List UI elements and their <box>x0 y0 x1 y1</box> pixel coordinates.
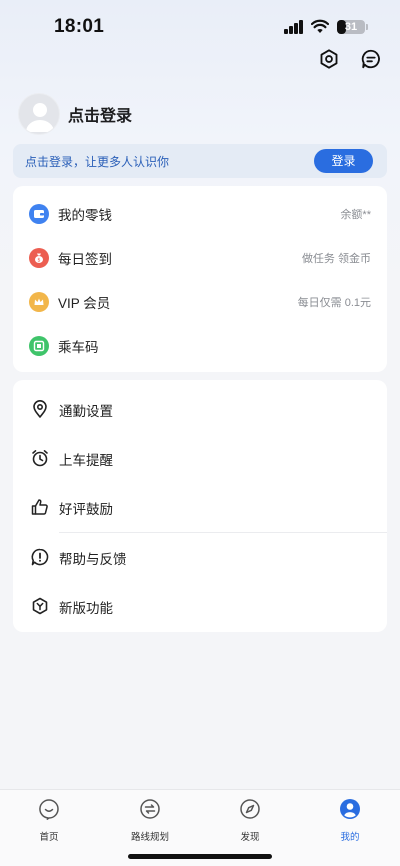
tab-home[interactable]: 首页 <box>19 798 79 843</box>
wallet-card: 我的零钱 余额** $ 每日签到 做任务 领金币 VIP 会员 每日仅需 0.1… <box>13 186 387 372</box>
wallet-balance: 余额** <box>340 209 371 221</box>
tab-home-label: 首页 <box>39 832 59 843</box>
tab-discover[interactable]: 发现 <box>220 798 280 843</box>
thumbs-up-icon <box>31 499 48 515</box>
wallet-label: 我的零钱 <box>58 208 112 223</box>
status-bar: 18:01 31 <box>0 0 400 54</box>
cellular-signal-icon <box>284 20 304 34</box>
ride-code-row[interactable]: 乘车码 <box>13 324 387 368</box>
home-smile-icon <box>39 799 59 821</box>
route-icon <box>140 799 160 819</box>
new-features-icon <box>32 597 48 615</box>
login-title[interactable]: 点击登录 <box>68 102 132 126</box>
avatar-placeholder-icon <box>26 103 54 132</box>
battery-level: 31 <box>344 21 358 33</box>
home-indicator <box>128 854 272 859</box>
coin-bag-icon: $ <box>29 248 49 268</box>
battery-tip <box>366 24 368 30</box>
svg-text:$: $ <box>37 257 40 263</box>
settings-icon[interactable] <box>318 48 340 70</box>
avatar[interactable] <box>18 93 60 135</box>
status-time: 18:01 <box>54 16 105 37</box>
tab-mine-label: 我的 <box>340 832 360 843</box>
tab-mine[interactable]: 我的 <box>320 798 380 843</box>
wallet-icon <box>29 204 49 224</box>
settings-card: 通勤设置 上车提醒 好评鼓励 帮助与反馈 新版功能 <box>13 380 387 632</box>
help-bubble-icon <box>31 548 49 566</box>
rate-app-label: 好评鼓励 <box>59 502 113 517</box>
new-features-label: 新版功能 <box>59 601 113 616</box>
commute-settings-row[interactable]: 通勤设置 <box>13 385 387 433</box>
profile-icon <box>340 799 360 819</box>
vip-row[interactable]: VIP 会员 每日仅需 0.1元 <box>13 280 387 324</box>
ride-code-icon <box>29 336 49 356</box>
wifi-icon <box>311 19 329 33</box>
rate-app-row[interactable]: 好评鼓励 <box>13 483 387 531</box>
wallet-row[interactable]: 我的零钱 余额** <box>13 192 387 236</box>
new-features-row[interactable]: 新版功能 <box>13 582 387 630</box>
daily-checkin-row[interactable]: $ 每日签到 做任务 领金币 <box>13 236 387 280</box>
boarding-reminder-label: 上车提醒 <box>59 453 113 468</box>
commute-settings-label: 通勤设置 <box>59 404 113 419</box>
login-banner[interactable]: 点击登录，让更多人认识你 登录 <box>13 144 387 178</box>
alarm-clock-icon <box>32 450 48 467</box>
help-feedback-label: 帮助与反馈 <box>59 552 127 567</box>
compass-icon <box>240 799 260 819</box>
login-button[interactable]: 登录 <box>314 149 373 173</box>
vip-price: 每日仅需 0.1元 <box>297 297 371 309</box>
top-actions <box>318 48 382 70</box>
profile-header[interactable]: 点击登录 <box>18 93 132 135</box>
battery-icon: 31 <box>337 20 365 34</box>
vip-label: VIP 会员 <box>58 296 111 311</box>
crown-icon <box>29 292 49 312</box>
tab-route-label: 路线规划 <box>130 832 169 843</box>
location-pin-icon <box>33 400 47 418</box>
help-feedback-row[interactable]: 帮助与反馈 <box>13 533 387 581</box>
ride-code-label: 乘车码 <box>58 340 99 355</box>
boarding-reminder-row[interactable]: 上车提醒 <box>13 434 387 482</box>
message-icon[interactable] <box>360 48 382 70</box>
tab-discover-label: 发现 <box>240 832 260 843</box>
tab-route-planning[interactable]: 路线规划 <box>120 798 180 843</box>
daily-checkin-label: 每日签到 <box>58 252 112 267</box>
login-banner-text: 点击登录，让更多人认识你 <box>25 155 170 169</box>
daily-checkin-hint: 做任务 领金币 <box>301 253 371 265</box>
